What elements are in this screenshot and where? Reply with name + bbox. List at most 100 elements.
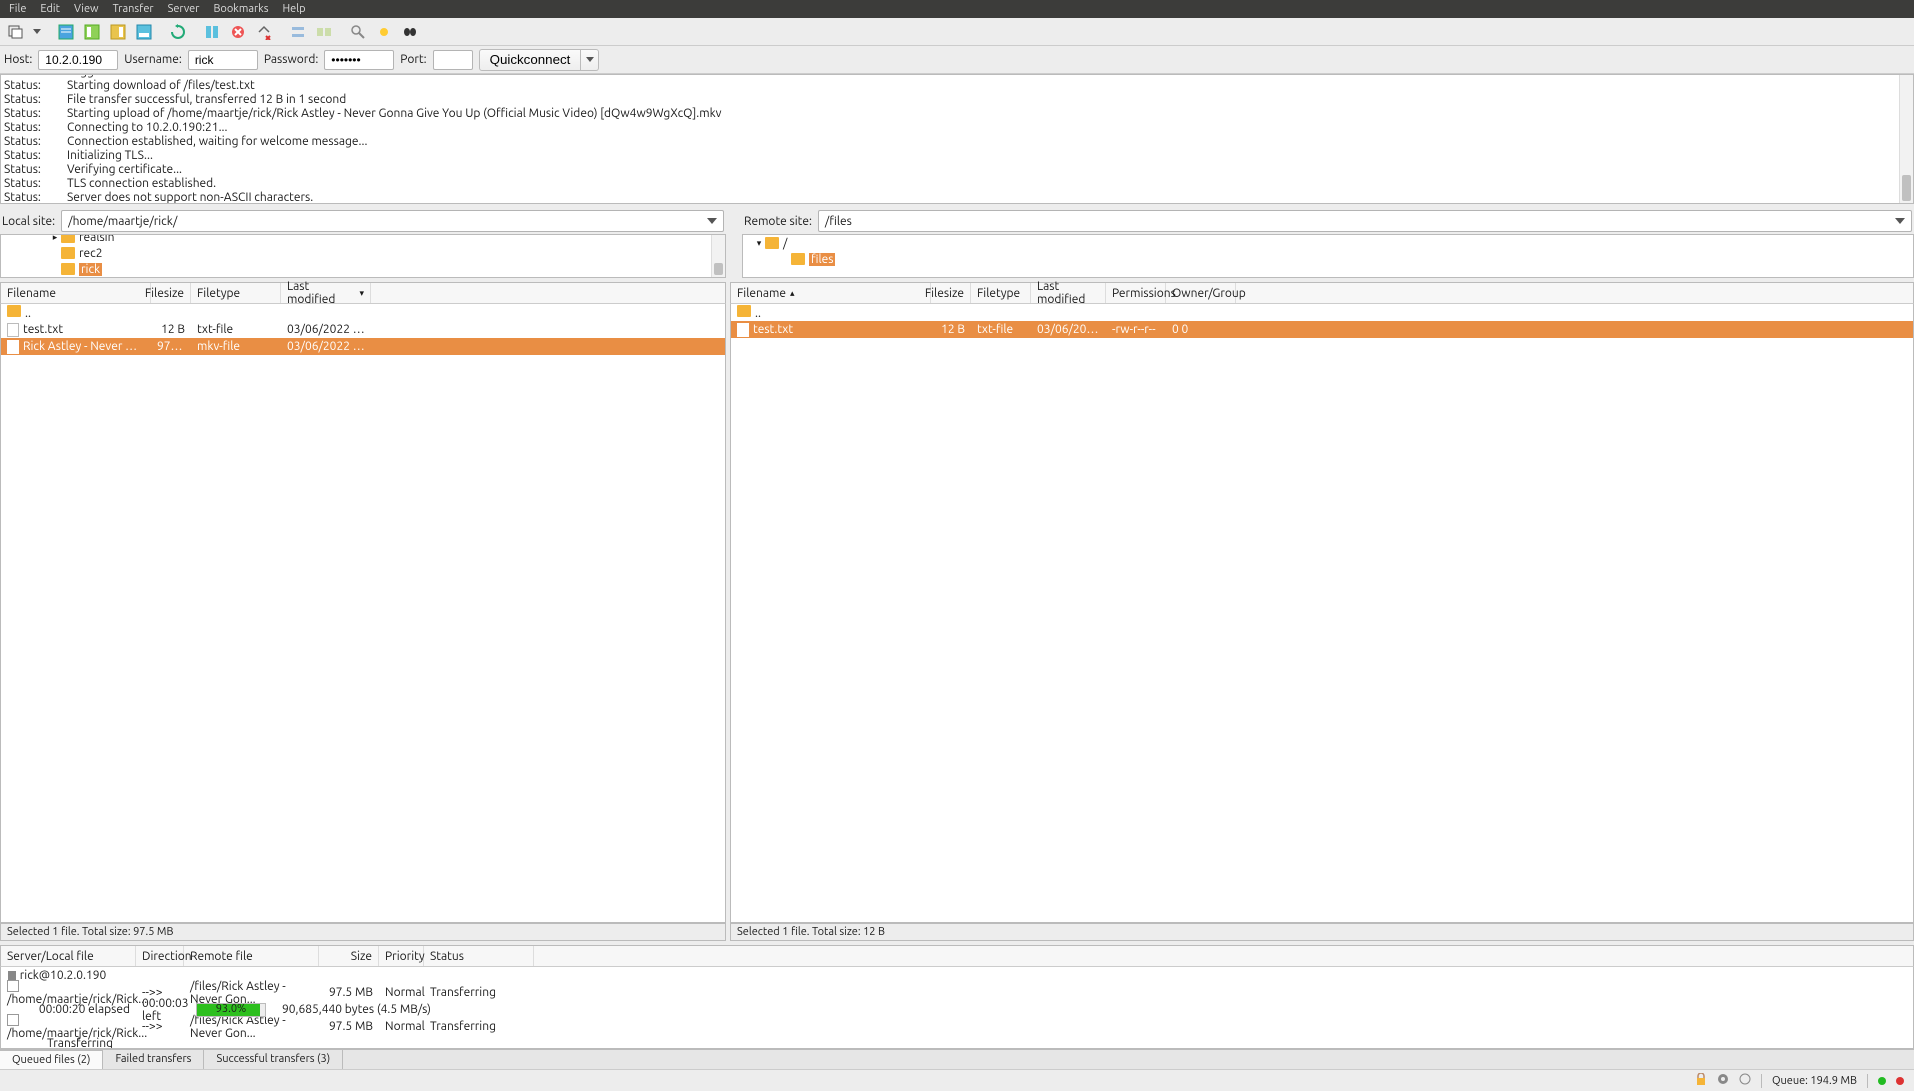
log-line: Status:TLS connection established. — [1, 177, 1913, 191]
tab-failed[interactable]: Failed transfers — [103, 1050, 204, 1069]
quickconnect-dropdown[interactable] — [581, 49, 599, 71]
column-header[interactable]: Filesize — [931, 283, 971, 303]
log-line: Status:Server does not support non-ASCII… — [1, 191, 1913, 204]
menu-view[interactable]: View — [67, 1, 106, 17]
log-line: Status:Initializing TLS... — [1, 149, 1913, 163]
tab-queued[interactable]: Queued files (2) — [0, 1050, 103, 1069]
queue-column-header[interactable]: Status — [424, 946, 534, 966]
toggle-queue-button[interactable] — [132, 21, 156, 43]
lock-icon[interactable] — [1695, 1073, 1707, 1088]
column-header[interactable]: Filename — [1, 283, 151, 303]
site-panels: Local site: /home/maartje/rick/ ▸realsin… — [0, 208, 1914, 278]
tree-item[interactable]: files — [743, 251, 1913, 267]
splitter-sites[interactable] — [732, 208, 736, 278]
remote-status: Selected 1 file. Total size: 12 B — [730, 923, 1914, 941]
file-row[interactable]: test.txt12 Btxt-file03/06/2022 02:32:... — [1, 321, 725, 338]
remote-file-list[interactable]: ..test.txt12 Btxt-file03/06/2022 02...-r… — [730, 304, 1914, 923]
sync-button[interactable] — [372, 21, 396, 43]
column-header[interactable]: Filetype — [971, 283, 1031, 303]
host-label: Host: — [4, 53, 32, 66]
column-header[interactable]: Last modified — [1031, 283, 1106, 303]
log-line: Status:Connecting to 10.2.0.190:21... — [1, 121, 1913, 135]
queue-column-header[interactable]: Priority — [379, 946, 424, 966]
local-tree-scrollbar[interactable] — [711, 235, 725, 277]
file-row[interactable]: Rick Astley - Never Gon...97.5 MBmkv-fil… — [1, 338, 725, 355]
remote-tree[interactable]: ▾/files — [742, 234, 1914, 278]
remote-site-label: Remote site: — [744, 215, 812, 228]
file-row[interactable]: .. — [1, 304, 725, 321]
menu-bar: File Edit View Transfer Server Bookmarks… — [0, 0, 1914, 18]
column-header[interactable]: Filetype — [191, 283, 281, 303]
queue-column-header[interactable]: Size — [319, 946, 379, 966]
local-file-list[interactable]: ..test.txt12 Btxt-file03/06/2022 02:32:.… — [0, 304, 726, 923]
queue-columns: Server/Local fileDirectionRemote fileSiz… — [0, 945, 1914, 967]
remote-path-value: /files — [825, 215, 852, 228]
gear-icon[interactable] — [1717, 1073, 1729, 1088]
tree-item[interactable]: rec2 — [1, 245, 725, 261]
site-manager-button[interactable] — [4, 21, 28, 43]
queue-row[interactable]: /home/maartje/rick/Rick... -->> /files/R… — [1, 984, 1913, 1001]
disconnected-icon[interactable] — [1739, 1073, 1751, 1088]
local-path-value: /home/maartje/rick/ — [68, 215, 177, 228]
activity-led-2 — [1896, 1077, 1904, 1085]
toggle-remote-tree-button[interactable] — [106, 21, 130, 43]
column-header[interactable]: Owner/Group — [1166, 283, 1236, 303]
menu-edit[interactable]: Edit — [33, 1, 67, 17]
status-bar: Queue: 194.9 MB — [0, 1069, 1914, 1091]
reconnect-button[interactable] — [286, 21, 310, 43]
quickconnect-button[interactable]: Quickconnect — [479, 49, 582, 71]
local-path-dropdown[interactable]: /home/maartje/rick/ — [61, 210, 724, 232]
remote-file-columns: Filename ▴FilesizeFiletypeLast modifiedP… — [730, 282, 1914, 304]
username-label: Username: — [124, 53, 182, 66]
log-line: Status:File transfer successful, transfe… — [1, 93, 1913, 107]
local-tree[interactable]: ▸realsinrec2rick — [0, 234, 726, 278]
tab-successful[interactable]: Successful transfers (3) — [204, 1050, 343, 1069]
port-input[interactable] — [433, 50, 473, 70]
file-row[interactable]: test.txt12 Btxt-file03/06/2022 02...-rw-… — [731, 321, 1913, 338]
column-header[interactable]: Last modified ▾ — [281, 283, 371, 303]
toggle-log-button[interactable] — [54, 21, 78, 43]
message-log[interactable]: Status:Logged inStatus:Starting download… — [0, 74, 1914, 204]
queue-column-header[interactable]: Direction — [136, 946, 184, 966]
tree-item[interactable]: ▾/ — [743, 235, 1913, 251]
queue-size: Queue: 194.9 MB — [1772, 1075, 1857, 1087]
tree-item[interactable]: ▸realsin — [1, 234, 725, 245]
local-file-columns: FilenameFilesizeFiletypeLast modified ▾ — [0, 282, 726, 304]
menu-bookmarks[interactable]: Bookmarks — [206, 1, 275, 17]
menu-help[interactable]: Help — [276, 1, 313, 17]
file-row[interactable]: .. — [731, 304, 1913, 321]
remote-path-dropdown[interactable]: /files — [818, 210, 1912, 232]
menu-transfer[interactable]: Transfer — [106, 1, 161, 17]
log-scrollbar[interactable] — [1899, 75, 1913, 203]
username-input[interactable] — [188, 50, 258, 70]
filter-button[interactable] — [346, 21, 370, 43]
disconnect-button[interactable] — [252, 21, 276, 43]
compare-button[interactable] — [312, 21, 336, 43]
queue-column-header[interactable]: Server/Local file — [1, 946, 136, 966]
cancel-button[interactable] — [226, 21, 250, 43]
toggle-local-tree-button[interactable] — [80, 21, 104, 43]
refresh-button[interactable] — [166, 21, 190, 43]
log-line: Status:Connection established, waiting f… — [1, 135, 1913, 149]
queue-column-header[interactable]: Remote file — [184, 946, 319, 966]
menu-file[interactable]: File — [2, 1, 33, 17]
queue-row[interactable]: /home/maartje/rick/Rick... -->> /files/R… — [1, 1018, 1913, 1035]
host-input[interactable] — [38, 50, 118, 70]
column-header[interactable]: Permissions — [1106, 283, 1166, 303]
local-status: Selected 1 file. Total size: 97.5 MB — [0, 923, 726, 941]
process-queue-button[interactable] — [200, 21, 224, 43]
log-line: Status:Starting upload of /home/maartje/… — [1, 107, 1913, 121]
transfer-queue[interactable]: rick@10.2.0.190/home/maartje/rick/Rick..… — [0, 967, 1914, 1049]
password-input[interactable] — [324, 50, 394, 70]
local-site-label: Local site: — [2, 215, 55, 228]
tree-item[interactable]: rick — [1, 261, 725, 277]
menu-server[interactable]: Server — [161, 1, 207, 17]
log-line: Status:Starting download of /files/test.… — [1, 79, 1913, 93]
queue-tabs: Queued files (2) Failed transfers Succes… — [0, 1049, 1914, 1069]
column-header[interactable]: Filesize — [151, 283, 191, 303]
password-label: Password: — [264, 53, 318, 66]
port-label: Port: — [400, 53, 426, 66]
find-button[interactable] — [398, 21, 422, 43]
column-header[interactable]: Filename ▴ — [731, 283, 931, 303]
site-manager-dropdown[interactable] — [30, 21, 44, 43]
